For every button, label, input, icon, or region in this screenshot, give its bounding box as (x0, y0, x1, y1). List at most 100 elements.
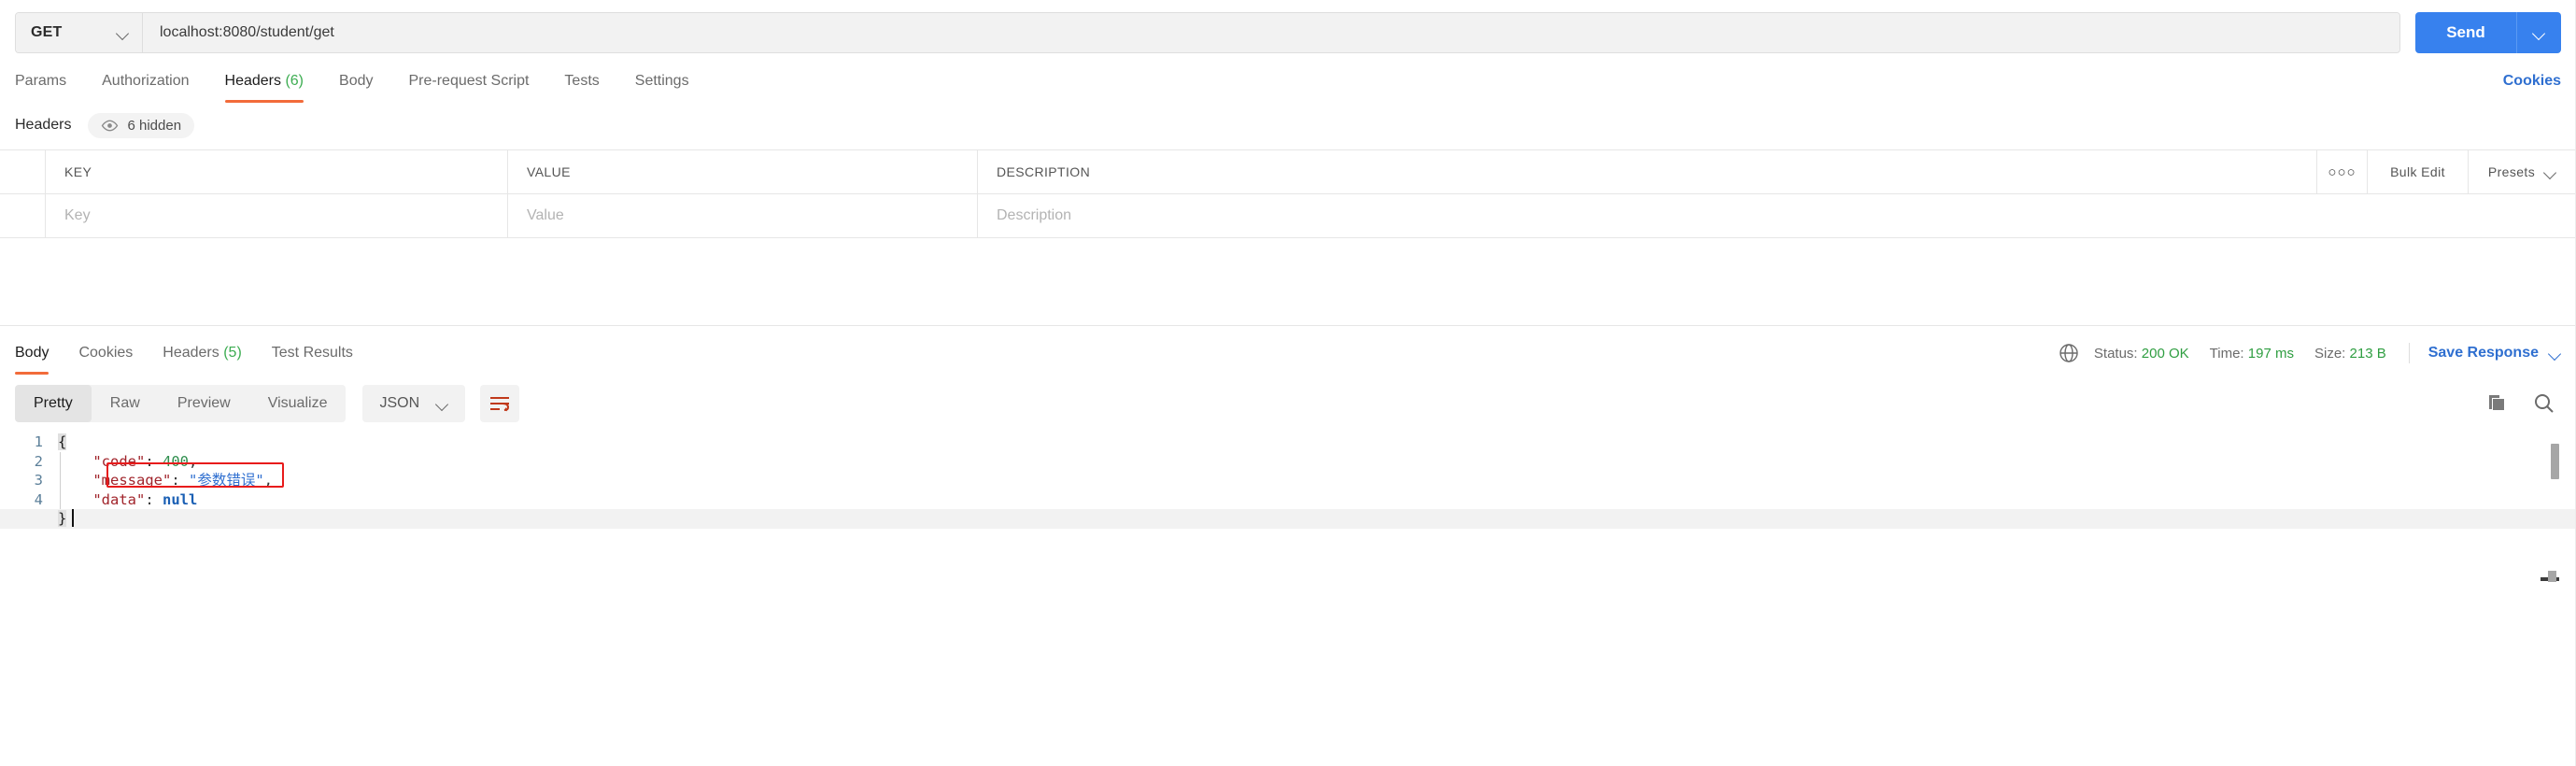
view-mode-pretty[interactable]: Pretty (15, 385, 92, 422)
save-response-button[interactable]: Save Response (2428, 345, 2561, 362)
hidden-headers-toggle[interactable]: 6 hidden (88, 112, 195, 138)
time-label: Time: (2209, 345, 2244, 362)
code-scrollbar-thumb[interactable] (2551, 444, 2559, 479)
chevron-down-icon (2549, 348, 2561, 360)
tab-label: Pre-request Script (408, 73, 530, 89)
response-body-code[interactable]: 1 2 3 4 5 { "code": 400, "message": "参数错… (0, 433, 2576, 582)
response-tab-cookies[interactable]: Cookies (78, 345, 133, 375)
code-token: } (58, 510, 67, 527)
request-url-input[interactable] (143, 13, 2399, 52)
tab-headers[interactable]: Headers (6) (224, 73, 304, 103)
eye-icon (102, 120, 119, 131)
response-time: Time: 197 ms (2210, 346, 2294, 362)
code-token: , (263, 472, 274, 489)
tab-label: Tests (564, 73, 600, 89)
code-token: "message" (92, 472, 172, 489)
tab-label: Body (339, 73, 374, 89)
wrap-lines-icon (489, 396, 509, 411)
tab-label: Test Results (271, 345, 353, 361)
code-scrollbar[interactable] (2551, 438, 2559, 576)
send-button-group: Send (2415, 12, 2561, 53)
code-token: "data" (92, 490, 146, 508)
size-label: Size: (2314, 345, 2346, 362)
header-value-input[interactable]: Value (508, 194, 978, 237)
code-token: "code" (92, 452, 146, 470)
divider (2408, 343, 2410, 363)
scrollbar-lower-thumb[interactable] (2548, 571, 2556, 582)
indent-guide (60, 451, 61, 509)
pane-divider-space (0, 238, 2576, 325)
tab-label: Headers (224, 73, 281, 89)
time-value: 197 ms (2247, 345, 2294, 362)
header-description-input[interactable]: Description (978, 194, 2576, 237)
view-mode-segmented-control: Pretty Raw Preview Visualize (15, 385, 347, 422)
send-options-button[interactable] (2516, 12, 2561, 53)
code-lines[interactable]: { "code": 400, "message": "参数错误", "data"… (58, 433, 2576, 529)
line-number: 2 (34, 452, 43, 470)
size-value: 213 B (2349, 345, 2386, 362)
search-button[interactable] (2533, 392, 2555, 415)
response-tabs: Body Cookies Headers (5) Test Results St… (0, 326, 2576, 375)
response-tab-test-results[interactable]: Test Results (272, 345, 353, 375)
tab-label: Cookies (78, 345, 134, 361)
ellipsis-icon: ○○○ (2328, 163, 2357, 180)
chevron-down-icon (2544, 166, 2556, 178)
tab-pre-request-script[interactable]: Pre-request Script (408, 73, 529, 103)
status-value: 200 OK (2141, 345, 2189, 362)
line-number: 4 (34, 490, 43, 508)
presets-button[interactable]: Presets (2469, 150, 2576, 193)
header-key-input[interactable]: Key (46, 194, 508, 237)
code-token: "参数错误" (189, 472, 264, 489)
column-header-value: VALUE (508, 150, 978, 193)
bulk-edit-button[interactable]: Bulk Edit (2368, 150, 2469, 193)
code-token: : (171, 472, 189, 489)
chevron-down-icon (2533, 27, 2545, 39)
tab-body[interactable]: Body (339, 73, 373, 103)
row-checkbox-cell[interactable] (0, 194, 46, 237)
tab-settings[interactable]: Settings (635, 73, 689, 103)
response-status-bar: Status: 200 OK Time: 197 ms Size: 213 B … (2059, 343, 2561, 375)
tab-count: (5) (223, 345, 242, 361)
tab-params[interactable]: Params (15, 73, 66, 103)
presets-label: Presets (2487, 164, 2536, 179)
response-tab-headers[interactable]: Headers (5) (163, 345, 242, 375)
body-toolbar-actions (2486, 392, 2561, 415)
column-header-description: DESCRIPTION (978, 150, 2317, 193)
response-format-select[interactable]: JSON (362, 385, 466, 422)
code-editor[interactable]: 1 2 3 4 5 { "code": 400, "message": "参数错… (0, 433, 2576, 529)
url-bar: GET Send (0, 0, 2576, 54)
view-mode-preview[interactable]: Preview (159, 385, 249, 422)
code-token: : (145, 490, 163, 508)
http-method-select[interactable]: GET (16, 13, 143, 52)
code-token: : (145, 452, 163, 470)
code-line: "message": "参数错误", (58, 471, 2576, 490)
headers-table-row: Key Value Description (0, 194, 2576, 238)
wrap-lines-button[interactable] (480, 385, 520, 422)
search-icon (2535, 394, 2554, 413)
http-method-label: GET (31, 24, 63, 40)
copy-icon (2489, 395, 2504, 410)
code-line: "code": 400, (58, 452, 2576, 472)
tab-authorization[interactable]: Authorization (102, 73, 189, 103)
send-button[interactable]: Send (2415, 12, 2516, 53)
code-token: { (58, 433, 67, 450)
chevron-down-icon (436, 398, 448, 410)
headers-more-options-button[interactable]: ○○○ (2317, 150, 2368, 193)
code-token: 400 (163, 452, 189, 470)
headers-subheader: Headers 6 hidden (0, 103, 2576, 149)
url-input-group: GET (15, 12, 2400, 53)
cookies-link[interactable]: Cookies (2503, 73, 2561, 103)
view-mode-visualize[interactable]: Visualize (249, 385, 347, 422)
copy-button[interactable] (2486, 392, 2509, 415)
response-tab-body[interactable]: Body (15, 345, 50, 375)
hidden-headers-label: 6 hidden (127, 117, 182, 134)
tab-label: Headers (163, 345, 219, 361)
select-all-checkbox-cell[interactable] (0, 150, 46, 193)
column-header-key: KEY (46, 150, 508, 193)
tab-tests[interactable]: Tests (564, 73, 599, 103)
view-mode-raw[interactable]: Raw (92, 385, 159, 422)
line-number: 3 (34, 472, 43, 489)
